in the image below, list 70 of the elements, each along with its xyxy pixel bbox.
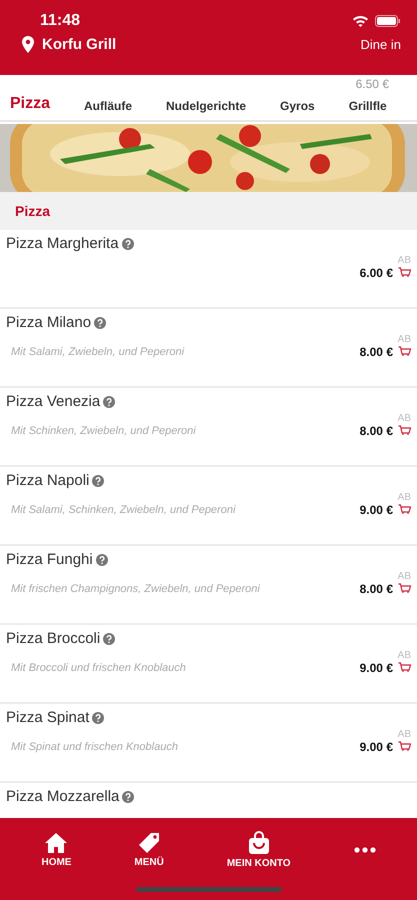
category-tab[interactable]: Grillfle bbox=[326, 99, 399, 113]
cart-icon[interactable] bbox=[398, 662, 411, 674]
item-price: 8.00 € bbox=[360, 345, 393, 359]
info-icon[interactable] bbox=[103, 396, 116, 408]
category-tab[interactable]: Pizza bbox=[10, 95, 62, 113]
item-name: Pizza Spinat bbox=[6, 709, 90, 726]
item-name: Pizza Mozzarella bbox=[6, 788, 120, 805]
item-description: Mit Broccoli und frischen Knoblauch bbox=[10, 662, 187, 674]
price-prefix: AB bbox=[398, 334, 411, 345]
nav-button[interactable]: MENÜ bbox=[130, 818, 168, 874]
info-icon[interactable] bbox=[103, 632, 116, 644]
cart-icon[interactable] bbox=[398, 346, 411, 358]
menu-item[interactable]: Pizza Margherita AB 6.00 € bbox=[0, 230, 417, 309]
item-name: Pizza Margherita bbox=[6, 235, 119, 252]
item-price: 9.00 € bbox=[360, 661, 393, 675]
price-text: 6.50 € bbox=[356, 77, 389, 91]
price-prefix: AB bbox=[398, 650, 411, 661]
info-icon[interactable] bbox=[92, 712, 104, 724]
tag-icon bbox=[138, 832, 160, 854]
item-name: Pizza Milano bbox=[6, 314, 92, 331]
info-icon[interactable] bbox=[92, 474, 104, 486]
menu-item[interactable]: Pizza Spinat Mit Spinat und frischen Knoblauch AB 9.00 € bbox=[0, 704, 417, 783]
category-tab[interactable]: Gyros bbox=[258, 99, 327, 113]
item-price: 8.00 € bbox=[360, 582, 393, 596]
item-name: Pizza Broccoli bbox=[6, 630, 100, 647]
menu-item[interactable]: Pizza Broccoli Mit Broccoli und frischen Knoblauch AB 9.00 € bbox=[0, 625, 417, 704]
item-description: Mit Salami, Schinken, Zwiebeln, und Peperoni bbox=[10, 504, 237, 516]
price-prefix: AB bbox=[398, 729, 411, 740]
more-icon bbox=[354, 847, 376, 853]
menu-item[interactable]: Pizza Milano Mit Salami, Zwiebeln, und Peperoni AB 8.00 € bbox=[0, 309, 417, 388]
battery-icon bbox=[375, 15, 401, 27]
cart-icon[interactable] bbox=[398, 504, 411, 516]
category-tab[interactable]: Aufläufe bbox=[62, 99, 144, 113]
restaurant-name[interactable]: Korfu Grill bbox=[42, 36, 361, 53]
item-price: 9.00 € bbox=[360, 503, 393, 517]
item-name: Pizza Napoli bbox=[6, 472, 90, 489]
info-icon[interactable] bbox=[96, 554, 108, 566]
cart-icon[interactable] bbox=[398, 267, 411, 279]
price-prefix: AB bbox=[398, 571, 411, 582]
nav-button[interactable]: HOME bbox=[37, 818, 76, 874]
menu-item[interactable]: Pizza Venezia Mit Schinken, Zwiebeln, und Peperoni AB 8.00 € bbox=[0, 388, 417, 467]
item-description: Mit Spinat und frischen Knoblauch bbox=[10, 741, 179, 753]
item-price: 8.00 € bbox=[360, 424, 393, 438]
cart-icon[interactable] bbox=[398, 583, 411, 595]
price-prefix: AB bbox=[398, 255, 411, 266]
category-tab[interactable]: Nudelgerichte bbox=[144, 99, 258, 113]
menu-item[interactable]: Pizza Funghi Mit frischen Champignons, Zwiebeln, und Peperoni AB 8.00 € bbox=[0, 546, 417, 625]
wifi-icon bbox=[352, 15, 369, 27]
info-icon[interactable] bbox=[94, 316, 106, 328]
item-description: Mit Salami, Zwiebeln, und Peperoni bbox=[10, 346, 186, 358]
status-time: 11:48 bbox=[40, 12, 80, 30]
price-prefix: AB bbox=[398, 413, 411, 424]
item-description: Mit Schinken, Zwiebeln, und Peperoni bbox=[10, 425, 197, 437]
price-prefix: AB bbox=[398, 492, 411, 503]
menu-item[interactable]: Pizza Napoli Mit Salami, Schinken, Zwiebeln, und Peperoni AB 9.00 € bbox=[0, 467, 417, 546]
location-pin-icon bbox=[22, 36, 34, 53]
home-icon bbox=[44, 832, 68, 854]
info-icon[interactable] bbox=[122, 238, 134, 250]
item-price: 6.00 € bbox=[360, 266, 393, 280]
nav-button[interactable]: MEIN KONTO bbox=[222, 818, 295, 874]
item-name: Pizza Venezia bbox=[6, 393, 100, 410]
section-title: Pizza bbox=[15, 203, 50, 219]
item-name: Pizza Funghi bbox=[6, 551, 93, 568]
item-price: 9.00 € bbox=[360, 740, 393, 754]
cart-icon[interactable] bbox=[398, 425, 411, 437]
dine-in-button[interactable]: Dine in bbox=[360, 37, 401, 52]
item-description: Mit frischen Champignons, Zwiebeln, und Peperoni bbox=[10, 583, 261, 595]
cart-icon[interactable] bbox=[398, 741, 411, 753]
shopping-bag-icon bbox=[248, 831, 270, 855]
info-icon[interactable] bbox=[122, 790, 134, 802]
